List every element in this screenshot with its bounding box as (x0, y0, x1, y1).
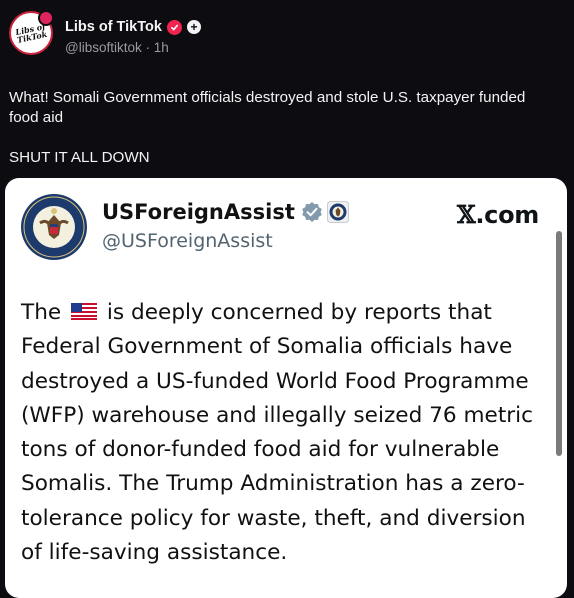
embedded-author-row: USForeignAssist (102, 200, 349, 224)
embed-scrollbar[interactable] (556, 231, 562, 456)
post-text: What! Somali Government officials destro… (9, 88, 549, 168)
author-name[interactable]: Libs of TikTok (65, 19, 162, 35)
post-text-line: What! Somali Government officials destro… (9, 89, 526, 126)
embedded-text-rest: is deeply concerned by reports that Fede… (21, 300, 534, 566)
separator: · (145, 40, 151, 55)
embedded-author-name[interactable]: USForeignAssist (102, 200, 295, 224)
dept-of-state-seal-icon (21, 194, 87, 260)
embedded-post-text: The is deeply concerned by reports that … (21, 296, 551, 570)
plus-icon[interactable]: + (186, 20, 201, 34)
embedded-author-handle[interactable]: @USForeignAssist (102, 230, 273, 252)
government-seal-icon (326, 201, 349, 223)
avatar[interactable]: Libs of TikTok (9, 10, 54, 55)
post-text-line: SHUT IT ALL DOWN (9, 149, 150, 166)
post-header: Libs of TikTok Libs of TikTok + @libsoft… (9, 10, 201, 55)
x-logo-icon: 𝕏 (457, 200, 476, 229)
x-com-logo[interactable]: 𝕏.com (457, 200, 539, 229)
verified-badge-icon (166, 19, 182, 35)
gray-verified-badge-icon (302, 202, 322, 222)
author-handle[interactable]: @libsoftiktok (65, 40, 142, 55)
embedded-text-start: The (21, 300, 62, 325)
us-flag-icon (71, 302, 98, 320)
post-time[interactable]: 1h (154, 40, 169, 55)
author-block: Libs of TikTok + @libsoftiktok · 1h (65, 11, 201, 55)
handle-row: @libsoftiktok · 1h (65, 40, 201, 55)
x-logo-suffix: .com (475, 201, 539, 229)
live-indicator-icon (38, 10, 54, 26)
embedded-post-card[interactable]: USForeignAssist @USForeignAssist 𝕏.com T… (5, 178, 567, 598)
